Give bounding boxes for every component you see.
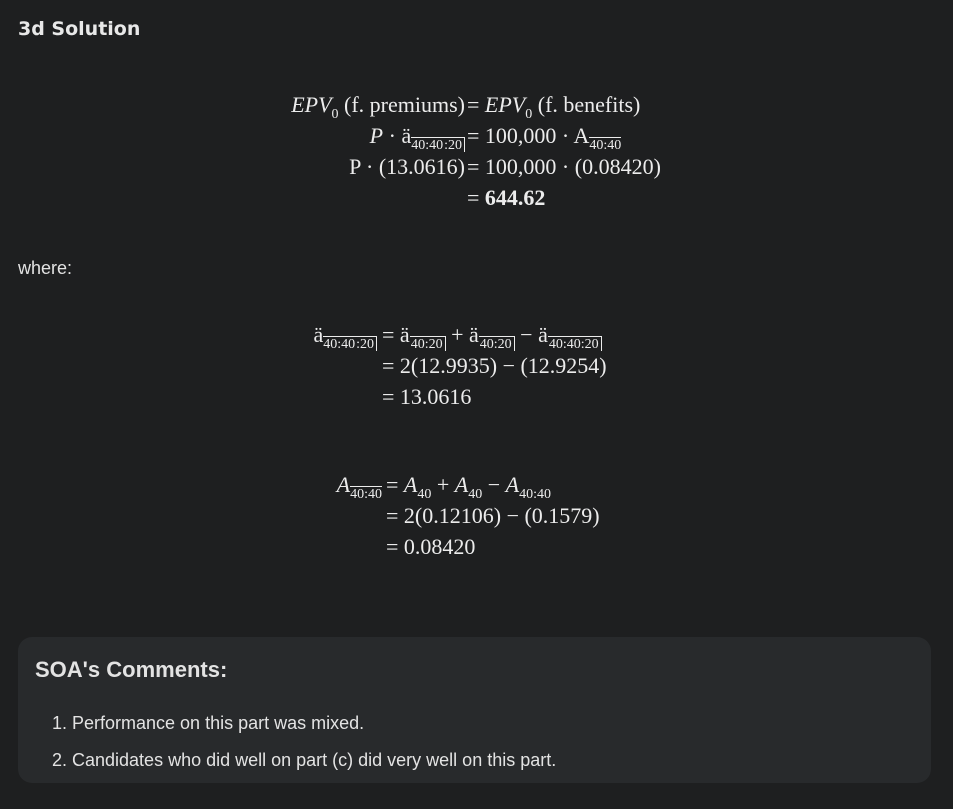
- equation-rhs: = 100,000 · (0.08420): [467, 154, 661, 180]
- insurance-symbol: A: [403, 472, 418, 497]
- minus-sign: −: [487, 472, 501, 497]
- subscript: 40:40:20: [547, 336, 602, 352]
- equation-row: = 2(12.9935) − (12.9254): [300, 353, 680, 384]
- equals-sign: =: [386, 534, 399, 559]
- equation-rhs: = 0.08420: [386, 534, 475, 560]
- equation-lhs: P · ä40:40:20: [370, 123, 465, 154]
- equation-rhs: = EPV0 (f. benefits): [467, 92, 640, 123]
- minus-sign: −: [520, 322, 533, 347]
- equation-row: P · ä40:40:20 = 100,000 · A40:40: [270, 123, 690, 154]
- equals-sign: =: [382, 322, 395, 347]
- epv-argument: (f. premiums): [344, 92, 465, 117]
- subscript: 40:40:20: [323, 336, 377, 352]
- where-label: where:: [18, 258, 73, 278]
- insurance-symbol: A: [505, 472, 520, 497]
- equation-lhs: P · (13.0616): [349, 154, 465, 180]
- equation-rhs: = 100,000 · A40:40: [467, 123, 622, 154]
- subscript: 40:20: [478, 336, 515, 352]
- angle-bracket: :20: [443, 137, 465, 153]
- premium-symbol: P: [369, 123, 384, 148]
- equals-sign: =: [382, 384, 395, 409]
- annuity-symbol: ä: [313, 322, 324, 347]
- equation-rhs: = 13.0616: [382, 384, 471, 410]
- equation-row: A40:40 = A40 + A40 − A40:40: [325, 472, 645, 503]
- benefit-expression: 100,000 · A: [484, 123, 590, 148]
- equals-sign: =: [386, 503, 399, 528]
- epv-argument: (f. benefits): [537, 92, 641, 117]
- subscript: 0: [331, 107, 339, 122]
- dot-operator: ·: [388, 123, 396, 148]
- plus-sign: +: [451, 322, 464, 347]
- angle-bracket: :20: [355, 336, 377, 352]
- annuity-result: 13.0616: [399, 384, 472, 409]
- equation-rhs: = ä40:20 + ä40:20 − ä40:40:20: [382, 322, 602, 353]
- subscript: 40:40: [519, 487, 552, 502]
- annuity-equation: ä40:40:20 = ä40:20 + ä40:20 − ä40:40:20 …: [300, 322, 680, 415]
- subscript: 0: [525, 107, 533, 122]
- equation-rhs: = 2(12.9935) − (12.9254): [382, 353, 607, 379]
- section-heading: 3d Solution: [18, 18, 141, 40]
- annuity-expression: 2(12.9935) − (12.9254): [399, 353, 607, 378]
- insurance-equation: A40:40 = A40 + A40 − A40:40 = 2(0.12106)…: [325, 472, 645, 565]
- equation-rhs: = A40 + A40 − A40:40: [386, 472, 551, 503]
- angle-bracket: 40:20: [478, 336, 515, 352]
- insurance-symbol: A: [454, 472, 469, 497]
- comments-list: Performance on this part was mixed. Cand…: [34, 705, 556, 779]
- equation-lhs: EPV0 (f. premiums): [291, 92, 465, 123]
- equals-sign: =: [467, 154, 480, 179]
- angle-bracket: 40:40:20: [547, 336, 602, 352]
- equation-row: EPV0 (f. premiums) = EPV0 (f. benefits): [270, 92, 690, 123]
- equals-sign: =: [467, 92, 480, 117]
- equation-row: = 13.0616: [300, 384, 680, 415]
- annuity-symbol: ä: [401, 123, 412, 148]
- soa-comments-card: SOA's Comments: Performance on this part…: [18, 637, 931, 783]
- annuity-symbol: ä: [469, 322, 479, 347]
- insurance-result: 0.08420: [403, 534, 476, 559]
- equation-lhs: ä40:40:20: [313, 322, 377, 353]
- epv-symbol: EPV: [291, 92, 332, 117]
- subscript: 40: [417, 487, 432, 502]
- subscript: 40:40: [589, 137, 622, 153]
- equation-row: = 2(0.12106) − (0.1579): [325, 503, 645, 534]
- insurance-expression: 2(0.12106) − (0.1579): [403, 503, 600, 528]
- annuity-symbol: ä: [399, 322, 410, 347]
- equation-row: = 644.62: [270, 185, 690, 216]
- premium-result: 644.62: [484, 185, 546, 210]
- subscript: 40: [468, 487, 483, 502]
- premium-equation: EPV0 (f. premiums) = EPV0 (f. benefits) …: [270, 92, 690, 216]
- epv-symbol: EPV: [484, 92, 526, 117]
- equals-sign: =: [467, 123, 480, 148]
- insurance-symbol: A: [336, 472, 351, 497]
- subscript: 40:20: [409, 336, 446, 352]
- list-item: Candidates who did well on part (c) did …: [72, 742, 556, 779]
- equation-rhs: = 644.62: [467, 185, 545, 211]
- equation-rhs: = 2(0.12106) − (0.1579): [386, 503, 600, 529]
- plus-sign: +: [436, 472, 450, 497]
- equals-sign: =: [467, 185, 480, 210]
- subscript: 40:40:20: [411, 137, 465, 153]
- benefit-value: 100,000 · (0.08420): [484, 154, 661, 179]
- annuity-symbol: ä: [538, 322, 548, 347]
- equation-row: = 0.08420: [325, 534, 645, 565]
- angle-bracket: 40:20: [409, 336, 446, 352]
- list-item: Performance on this part was mixed.: [72, 705, 556, 742]
- subscript: 40:40: [350, 486, 382, 502]
- premium-expression: P · (13.0616): [349, 154, 465, 179]
- equals-sign: =: [386, 472, 399, 497]
- equals-sign: =: [382, 353, 395, 378]
- equation-row: ä40:40:20 = ä40:20 + ä40:20 − ä40:40:20: [300, 322, 680, 353]
- equation-row: P · (13.0616) = 100,000 · (0.08420): [270, 154, 690, 185]
- equation-lhs: A40:40: [337, 472, 382, 503]
- comments-title: SOA's Comments:: [35, 657, 228, 682]
